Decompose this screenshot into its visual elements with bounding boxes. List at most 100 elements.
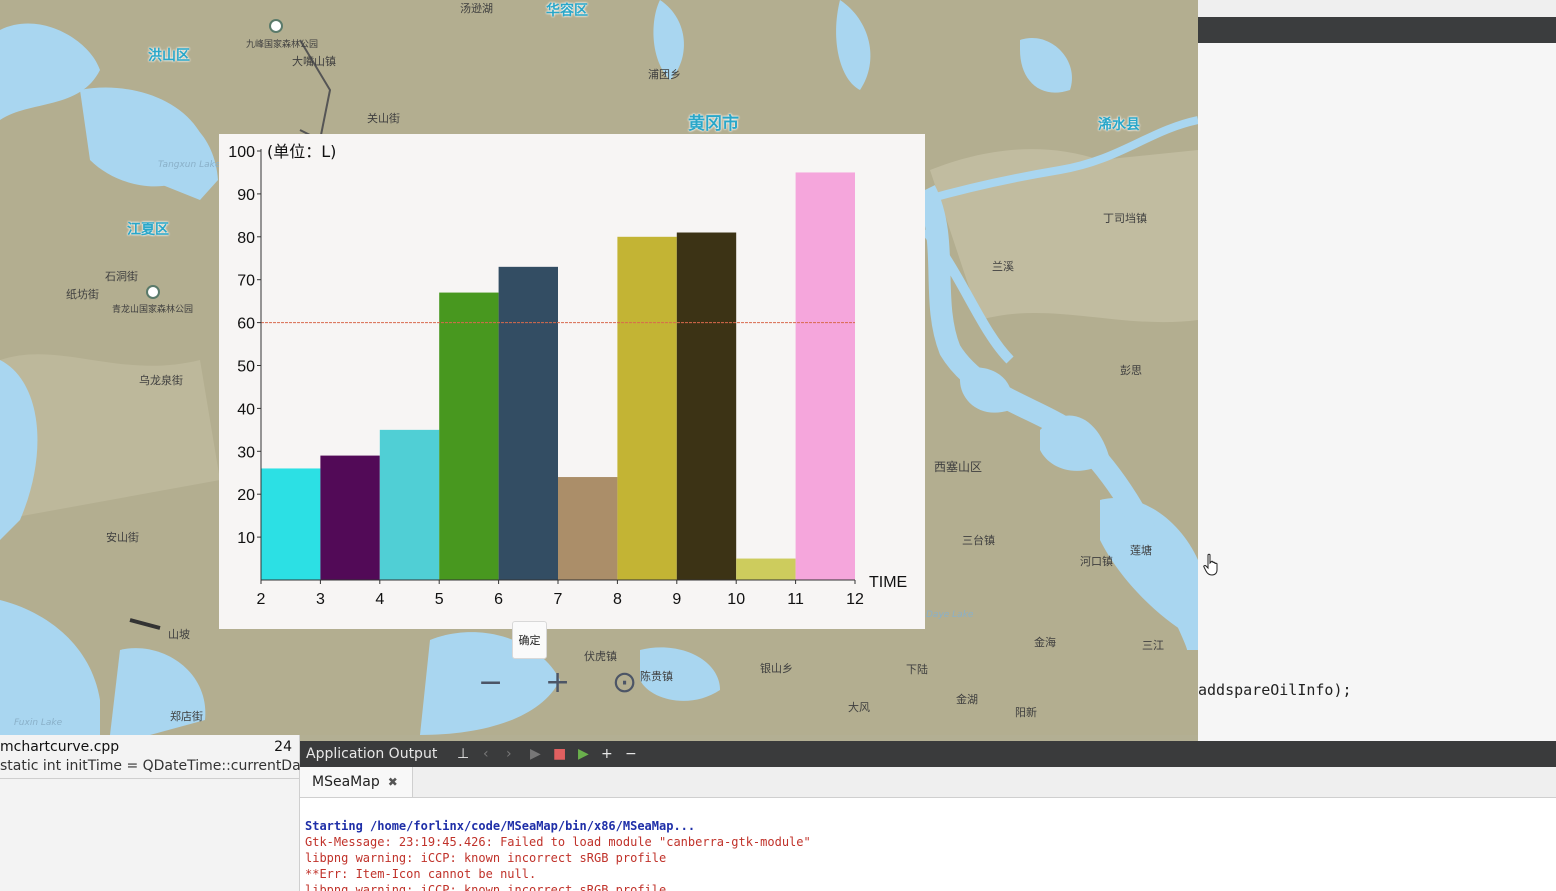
bar [617,236,677,581]
x-tick-label: 7 [554,591,563,608]
x-tick-label: 10 [727,591,745,608]
y-tick-label: 10 [237,530,255,547]
map-label-jiangxia: 江夏区 [127,222,169,238]
map-label-futuan: 伏虎镇 [584,650,617,663]
next-item-icon[interactable]: › [506,745,512,763]
x-tick-label: 5 [435,591,444,608]
map-label-tangxun-lake: Tangxun Lake [158,160,221,170]
y-tick-label: 90 [237,187,255,204]
bar [795,172,855,580]
map-label-xisaishan: 西塞山区 [934,460,983,474]
editor-tab-bar [1198,17,1556,43]
x-tick-label: 11 [787,591,804,608]
y-tick-label: 30 [237,444,255,461]
map-label-lanxi: 兰溪 [992,260,1014,273]
map-label-peng: 彭思 [1120,364,1142,377]
bar [558,477,618,580]
output-log[interactable]: Starting /home/forlinx/code/MSeaMap/bin/… [300,798,1556,891]
bar [676,232,737,580]
map-label-huarong: 华容区 [546,3,588,19]
map-label-xiaoling: 下陆 [906,663,928,676]
map-label-liantang: 莲塘 [1130,544,1152,557]
y-axis-label: (单位：L) [267,142,336,161]
previous-item-icon[interactable]: ‹ [483,745,489,763]
map-label-fuxin-lake: Fuxin Lake [14,718,63,728]
editor-top-strip [1198,0,1556,17]
map-label-yinshan: 银山乡 [760,662,793,675]
y-tick-label: 70 [237,273,255,290]
map-label-qinglongshan: 青龙山国家森林公园 [112,305,194,315]
tab-mseamap[interactable]: MSeaMap ✖ [300,767,413,797]
map-label-tengzihu: 汤逊湖 [460,2,493,15]
add-icon[interactable]: + [601,745,613,763]
log-line: libpng warning: iCCP: known incorrect sR… [305,851,667,865]
y-tick-label: 40 [237,401,255,418]
chart-window: 10 20 30 40 50 60 70 80 90 100 2 3 4 5 6 7 8 9 10 11 12 (单位：L… [219,134,925,629]
log-line: Gtk-Message: 23:19:45.426: Failed to loa… [305,835,811,849]
bar [379,429,440,580]
file-name: mchartcurve.cpp [0,739,120,755]
x-tick-label: 3 [316,591,325,608]
y-tick-label: 100 [228,144,255,161]
hand-cursor-icon [1203,553,1218,576]
application-output-header: Application Output ⊥ ‹ › ▶ ■ ▶ + − [300,741,1556,767]
map-label-jinzhou: 金湖 [956,693,978,706]
open-documents-pane: mchartcurve.cpp 24 static int initTime =… [0,735,315,891]
confirm-button[interactable]: 确定 [512,621,547,659]
map-label-daye-lake: Daye Lake [926,610,974,620]
map-label-santai: 三台镇 [962,534,995,547]
clear-output-icon[interactable]: ⊥ [457,745,469,763]
locate-icon[interactable]: ⊙ [612,668,637,698]
code-editor[interactable] [1198,43,1556,741]
x-tick-label: 6 [494,591,503,608]
map-label-anshan: 安山街 [106,531,139,544]
bar [498,266,558,580]
code-snippet: static int initTime = QDateTime::current… [0,758,315,774]
x-tick-label: 2 [257,591,266,608]
map-label-putuan: 浦团乡 [648,68,681,81]
bar [736,558,796,580]
output-tab-bar: MSeaMap ✖ [300,767,1556,798]
y-tick-label: 50 [237,359,255,376]
run-icon[interactable]: ▶ [530,745,541,763]
map-label-heqiao: 河口镇 [1080,555,1113,568]
bar [320,455,380,580]
line-number: 24 [274,739,292,755]
map-label-hongshan: 洪山区 [148,48,190,64]
map-label-wulongquan: 乌龙泉街 [139,374,183,387]
close-icon[interactable]: ✖ [388,775,398,789]
code-line: addspareOilInfo); [1198,681,1352,699]
y-tick-label: 60 [237,316,255,333]
map-label-dafeng: 大风 [848,701,870,714]
log-line: libpng warning: iCCP: known incorrect sR… [305,883,667,891]
tab-label: MSeaMap [312,774,380,790]
x-tick-label: 9 [672,591,681,608]
map-label-xishui: 浠水县 [1098,117,1140,133]
bar [439,292,499,580]
bar-chart: 10 20 30 40 50 60 70 80 90 100 2 3 4 5 6 7 8 9 10 11 12 (单位：L… [228,142,907,608]
open-file-row[interactable]: mchartcurve.cpp 24 [0,737,296,757]
zoom-in-button[interactable]: + [545,668,570,698]
log-line: **Err: Item-Icon cannot be null. [305,867,537,881]
map-label-zhenghao: 郑店街 [170,710,203,723]
x-axis-label: TIME [869,574,907,591]
map-label-huanggang: 黄冈市 [688,114,739,134]
x-tick-label: 12 [846,591,864,608]
x-tick-label: 4 [375,591,384,608]
zoom-out-button[interactable]: − [478,668,503,698]
stop-icon[interactable]: ■ [553,745,566,763]
map-label-jinhai: 金海 [1034,636,1056,649]
map-label-chenhai: 陈贵镇 [640,670,673,683]
map-label-sanjiang: 三江 [1142,639,1164,652]
bar [261,468,321,580]
output-title: Application Output [306,746,438,762]
map-label-jiufeng: 九峰国家森林公园 [246,40,319,50]
y-tick-label: 80 [237,230,255,247]
x-tick-label: 8 [613,591,622,608]
map-label-shitan: 石洞街 [105,270,138,283]
map-label-yangxin: 阳新 [1015,706,1037,719]
map-label-shanpo: 山坡 [168,628,190,641]
remove-icon[interactable]: − [625,745,637,763]
rerun-icon[interactable]: ▶ [578,745,589,763]
map-label-dinghuaidu: 丁司垱镇 [1103,212,1147,225]
